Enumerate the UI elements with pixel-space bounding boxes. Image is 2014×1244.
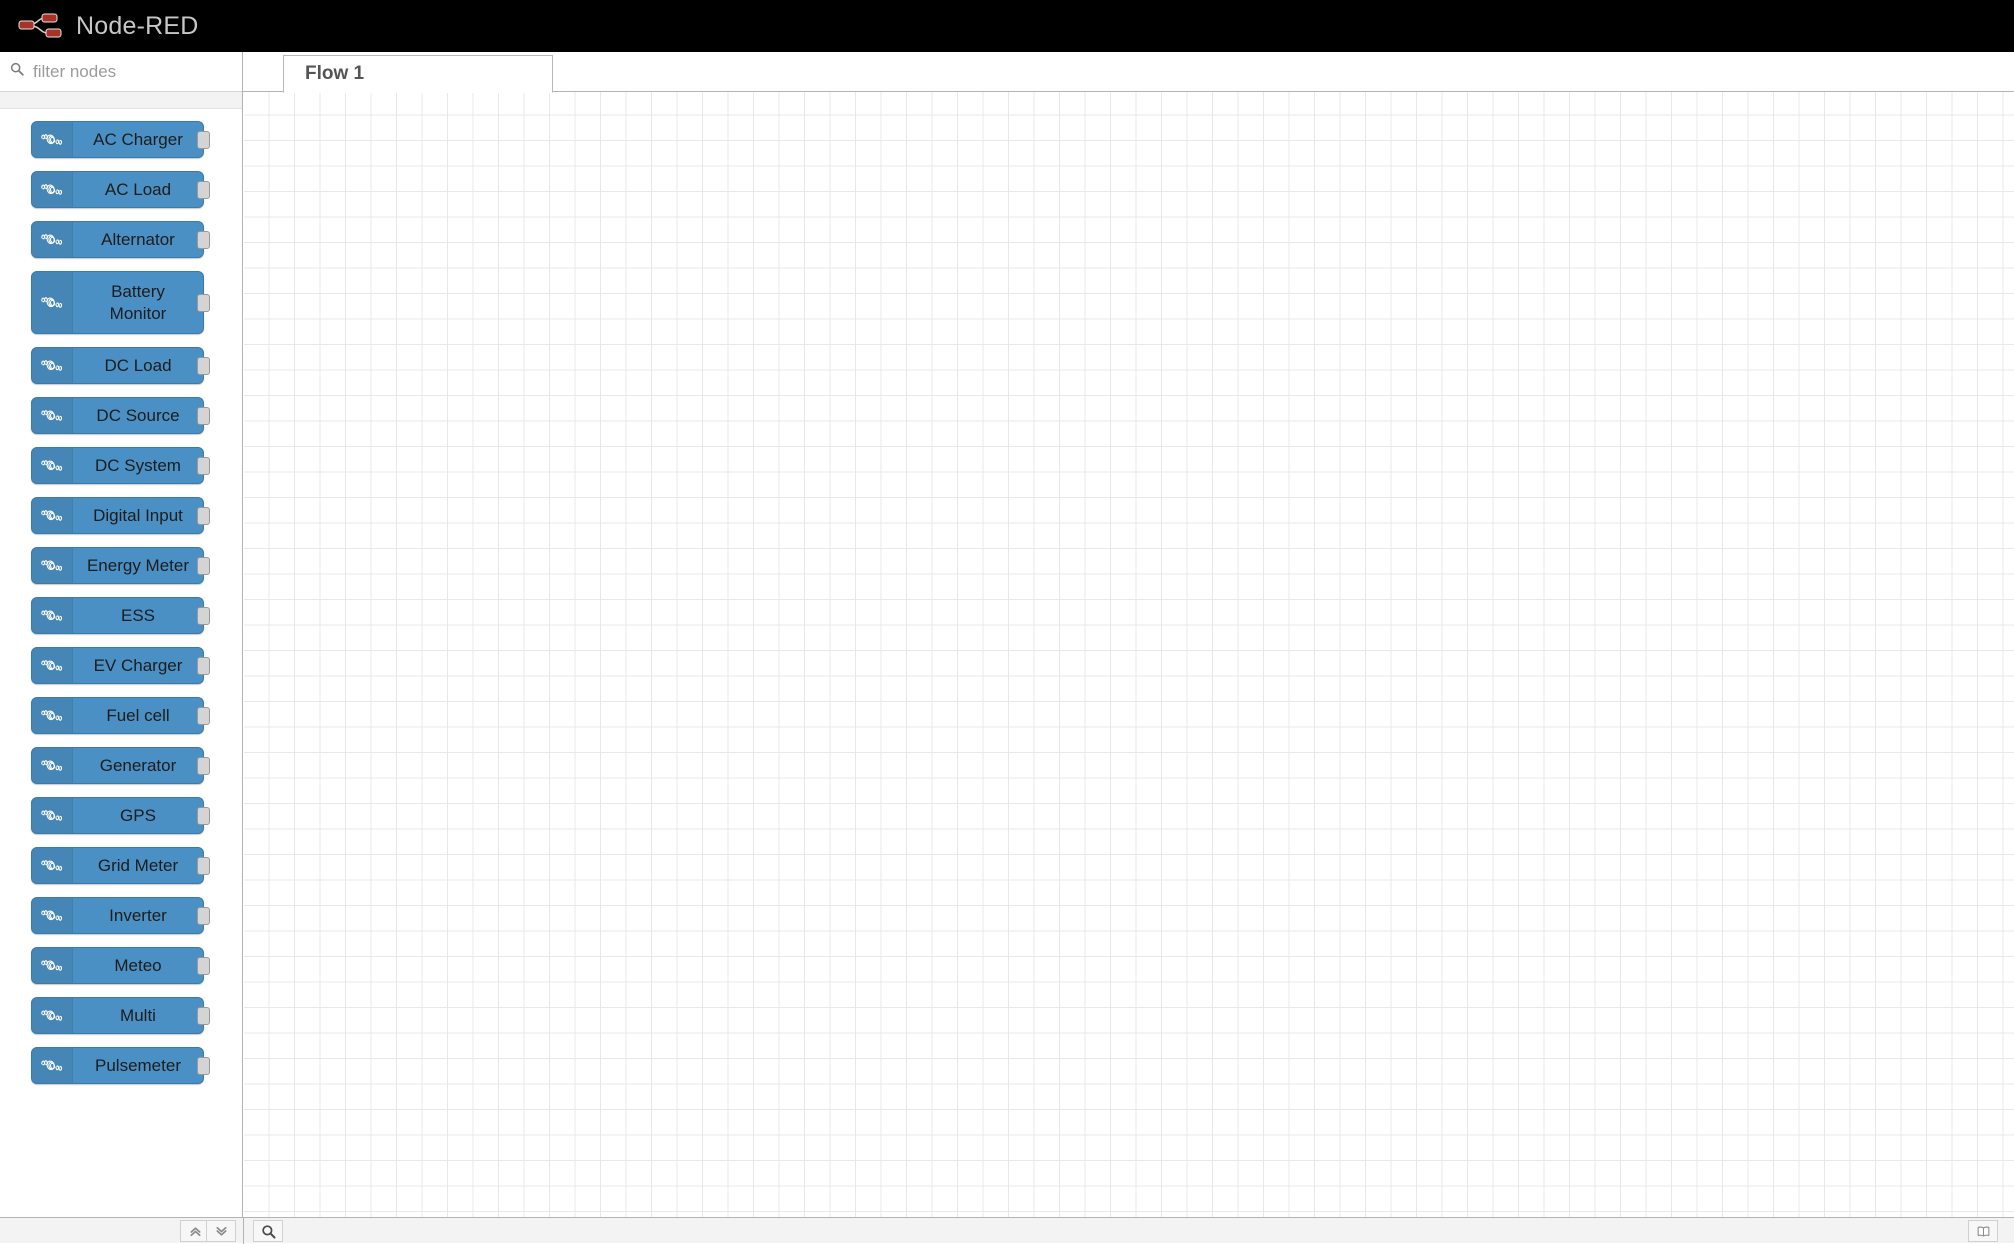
victron-energy-logo-icon [32, 1048, 73, 1083]
search-icon [10, 62, 24, 81]
palette-node-label: Pulsemeter [95, 1055, 181, 1075]
search-icon [261, 1224, 276, 1239]
palette-node[interactable]: Battery Monitor [31, 271, 210, 334]
palette-search-bar[interactable] [0, 52, 242, 92]
palette-node[interactable]: Meteo [31, 947, 210, 984]
victron-energy-logo-icon [32, 348, 73, 383]
filter-nodes-input[interactable] [33, 61, 213, 82]
victron-energy-logo-icon [32, 798, 73, 833]
victron-energy-logo-icon [32, 648, 73, 683]
victron-energy-logo-icon [32, 172, 73, 207]
palette-node[interactable]: Generator [31, 747, 210, 784]
victron-energy-logo-icon [32, 222, 73, 257]
palette-category-header[interactable] [0, 92, 242, 109]
palette-node-label: Meteo [114, 955, 162, 975]
search-flows-button[interactable] [253, 1220, 283, 1242]
tab-flow-1[interactable]: Flow 1 [283, 55, 553, 93]
node-output-port[interactable] [197, 556, 210, 575]
palette-node[interactable]: Grid Meter [31, 847, 210, 884]
footer-divider [243, 1218, 244, 1244]
palette-node[interactable]: GPS [31, 797, 210, 834]
victron-energy-logo-icon [32, 698, 73, 733]
workspace-tabbar: Flow 1 [243, 52, 2014, 93]
palette-node-label: Grid Meter [97, 855, 179, 875]
palette-node-label: ESS [120, 605, 156, 625]
manual-button[interactable] [1968, 1220, 1998, 1242]
victron-energy-logo-icon [32, 948, 73, 983]
palette-node-label: Inverter [109, 905, 167, 925]
palette-node[interactable]: Digital Input [31, 497, 210, 534]
node-output-port[interactable] [197, 130, 210, 149]
palette-node[interactable]: DC System [31, 447, 210, 484]
palette-node[interactable]: AC Charger [31, 121, 210, 158]
victron-energy-logo-icon [32, 848, 73, 883]
chevron-double-up-icon [188, 1224, 203, 1239]
palette-node-label: EV Charger [93, 655, 183, 675]
node-output-port[interactable] [197, 1056, 210, 1075]
node-output-port[interactable] [197, 756, 210, 775]
node-output-port[interactable] [197, 606, 210, 625]
node-output-port[interactable] [197, 180, 210, 199]
node-output-port[interactable] [197, 806, 210, 825]
victron-energy-logo-icon [32, 122, 73, 157]
victron-energy-logo-icon [32, 448, 73, 483]
palette-node[interactable]: Energy Meter [31, 547, 210, 584]
victron-energy-logo-icon [32, 398, 73, 433]
node-output-port[interactable] [197, 293, 210, 312]
victron-energy-logo-icon [32, 998, 73, 1033]
tab-label: Flow 1 [305, 63, 365, 84]
book-icon [1976, 1224, 1991, 1239]
palette-node-label: Digital Input [93, 505, 183, 525]
victron-energy-logo-icon [32, 748, 73, 783]
status-footer [0, 1217, 2014, 1244]
palette-node[interactable]: Fuel cell [31, 697, 210, 734]
chevron-double-down-icon [214, 1224, 229, 1239]
victron-energy-logo-icon [32, 498, 73, 533]
node-output-port[interactable] [197, 906, 210, 925]
flow-canvas[interactable] [244, 92, 2014, 1217]
palette-node-label: Energy Meter [86, 555, 190, 575]
palette-node-list[interactable]: AC Charger AC Load Alternator Battery Monit… [0, 110, 242, 1217]
palette-node-label: DC Source [96, 405, 180, 425]
node-output-port[interactable] [197, 406, 210, 425]
node-output-port[interactable] [197, 356, 210, 375]
node-output-port[interactable] [197, 456, 210, 475]
palette-node[interactable]: AC Load [31, 171, 210, 208]
app-header: Node-RED [0, 0, 2014, 52]
victron-energy-logo-icon [32, 272, 73, 333]
node-red-logo-icon [18, 12, 64, 40]
palette-node[interactable]: DC Source [31, 397, 210, 434]
palette-node-label: DC Load [104, 355, 172, 375]
node-output-port[interactable] [197, 656, 210, 675]
palette-node[interactable]: ESS [31, 597, 210, 634]
palette-node-label: Generator [99, 755, 177, 775]
palette-node-label: Fuel cell [106, 705, 170, 725]
app-title: Node-RED [76, 11, 199, 40]
node-output-port[interactable] [197, 230, 210, 249]
palette-node-label: Alternator [101, 229, 175, 249]
palette-node[interactable]: Multi [31, 997, 210, 1034]
palette-node-label: Battery Monitor [109, 281, 167, 323]
palette-node[interactable]: Alternator [31, 221, 210, 258]
victron-energy-logo-icon [32, 598, 73, 633]
palette-node-label: DC System [95, 455, 181, 475]
palette-node-label: AC Load [104, 179, 172, 199]
palette-node[interactable]: Pulsemeter [31, 1047, 210, 1084]
node-output-port[interactable] [197, 706, 210, 725]
palette-node[interactable]: EV Charger [31, 647, 210, 684]
node-output-port[interactable] [197, 1006, 210, 1025]
node-output-port[interactable] [197, 856, 210, 875]
palette-node[interactable]: Inverter [31, 897, 210, 934]
node-output-port[interactable] [197, 506, 210, 525]
palette-node-label: Multi [120, 1005, 156, 1025]
node-palette: AC Charger AC Load Alternator Battery Monit… [0, 52, 243, 1217]
victron-energy-logo-icon [32, 898, 73, 933]
palette-node-label: AC Charger [93, 129, 183, 149]
palette-node[interactable]: DC Load [31, 347, 210, 384]
node-output-port[interactable] [197, 956, 210, 975]
victron-energy-logo-icon [32, 548, 73, 583]
expand-all-button[interactable] [206, 1220, 236, 1242]
palette-node-label: GPS [120, 805, 156, 825]
